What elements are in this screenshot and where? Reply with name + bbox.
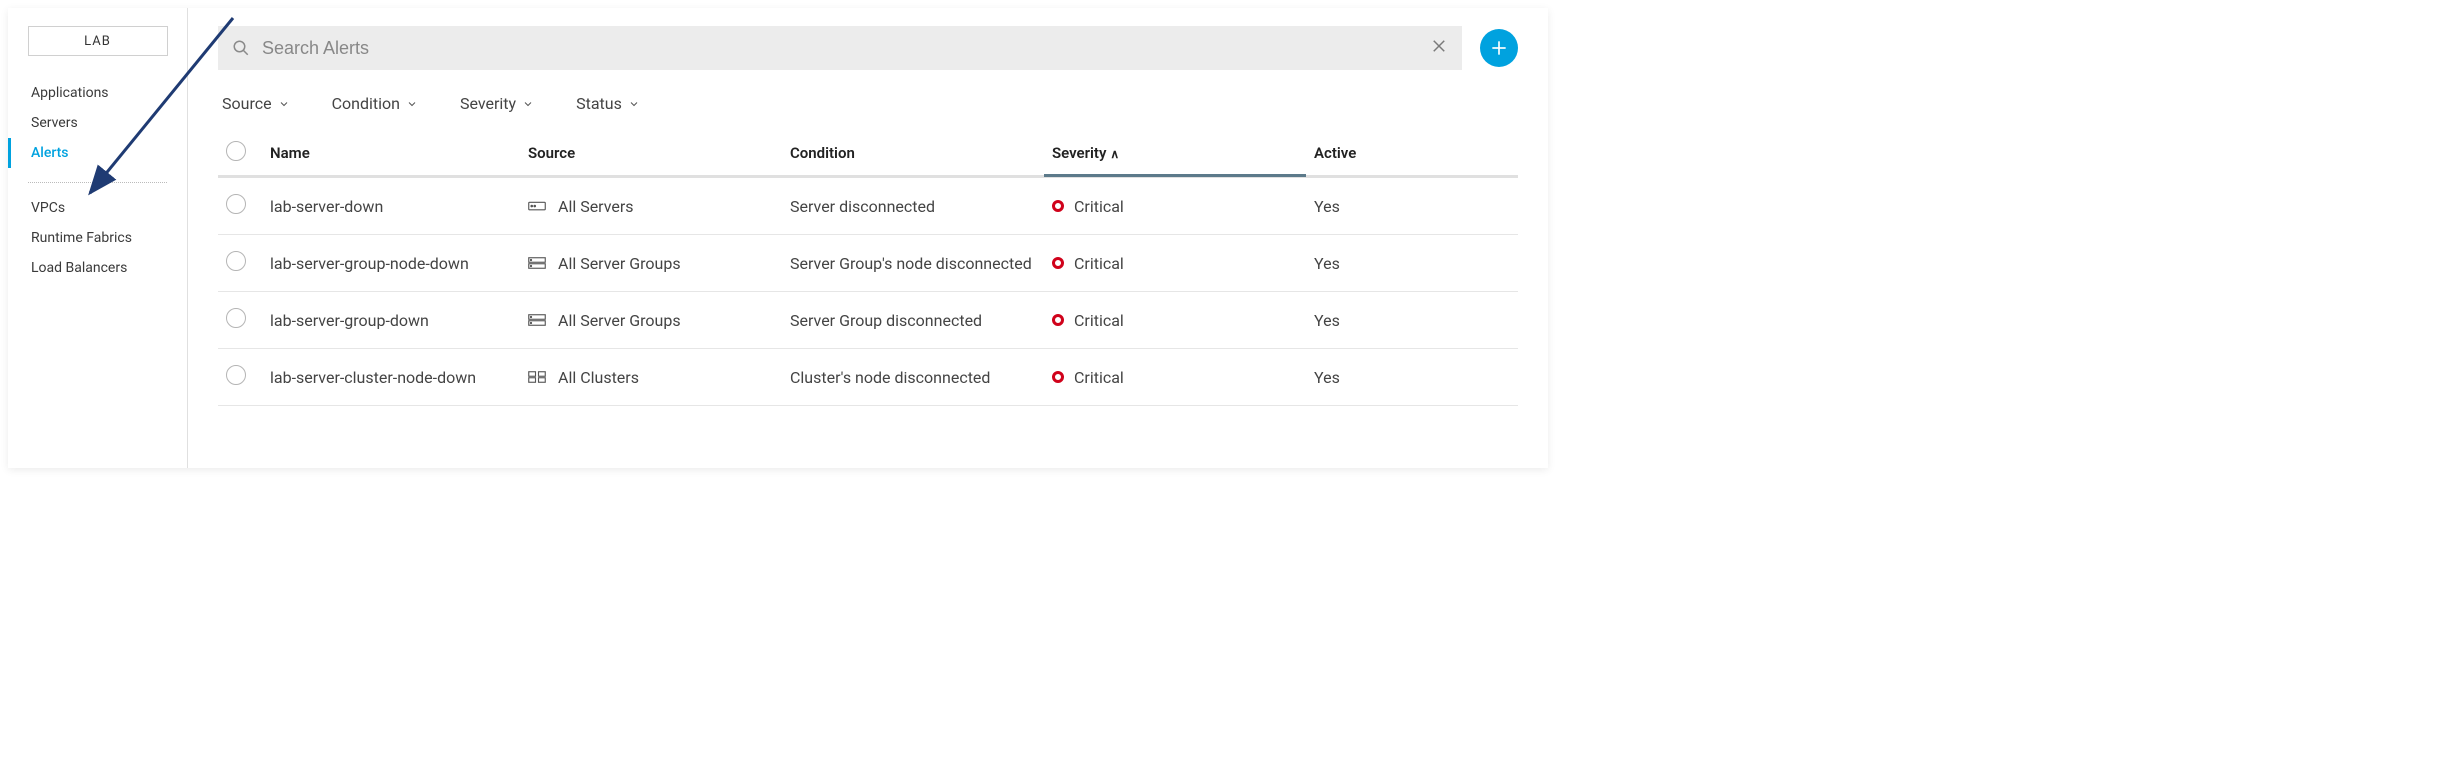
search-icon xyxy=(232,39,250,57)
cell-severity: Critical xyxy=(1044,349,1306,406)
cell-name: lab-server-down xyxy=(262,177,520,235)
cell-source: All Server Groups xyxy=(520,235,782,292)
cell-active: Yes xyxy=(1306,177,1518,235)
table-row[interactable]: lab-server-group-node-downAll Server Gro… xyxy=(218,235,1518,292)
sort-indicator-line xyxy=(1044,174,1306,177)
close-icon xyxy=(1430,37,1448,55)
sidebar-item-servers[interactable]: Servers xyxy=(8,108,187,138)
cell-active: Yes xyxy=(1306,235,1518,292)
table-body: lab-server-downAll ServersServer disconn… xyxy=(218,177,1518,406)
sidebar-item-label: Runtime Fabrics xyxy=(31,230,132,246)
cell-name: lab-server-cluster-node-down xyxy=(262,349,520,406)
filter-label: Source xyxy=(222,94,272,113)
search-bar[interactable] xyxy=(218,26,1462,70)
table-row[interactable]: lab-server-downAll ServersServer disconn… xyxy=(218,177,1518,235)
sidebar-item-applications[interactable]: Applications xyxy=(8,78,187,108)
add-alert-button[interactable] xyxy=(1480,29,1518,67)
cell-condition: Server Group's node disconnected xyxy=(782,235,1044,292)
table-header-row: Name Source Condition Severity∧ Active xyxy=(218,131,1518,177)
chevron-down-icon xyxy=(406,98,418,110)
filter-condition[interactable]: Condition xyxy=(332,94,418,113)
filter-label: Status xyxy=(576,94,622,113)
column-header-active[interactable]: Active xyxy=(1306,131,1518,177)
cell-name: lab-server-group-down xyxy=(262,292,520,349)
filter-severity[interactable]: Severity xyxy=(460,94,534,113)
main-content: Source Condition Severity Status xyxy=(188,8,1548,468)
server-icon xyxy=(528,199,546,213)
filter-label: Condition xyxy=(332,94,400,113)
cell-severity: Critical xyxy=(1044,235,1306,292)
row-checkbox[interactable] xyxy=(226,308,246,328)
filter-label: Severity xyxy=(460,94,516,113)
plus-icon xyxy=(1489,38,1509,58)
column-header-condition[interactable]: Condition xyxy=(782,131,1044,177)
column-header-severity[interactable]: Severity∧ xyxy=(1044,131,1306,177)
filter-status[interactable]: Status xyxy=(576,94,640,113)
cell-severity: Critical xyxy=(1044,177,1306,235)
cell-severity: Critical xyxy=(1044,292,1306,349)
server-group-icon xyxy=(528,256,546,270)
cell-active: Yes xyxy=(1306,349,1518,406)
filter-bar: Source Condition Severity Status xyxy=(218,94,1518,131)
sidebar-item-label: Servers xyxy=(31,115,78,131)
chevron-down-icon xyxy=(628,98,640,110)
row-checkbox[interactable] xyxy=(226,365,246,385)
sidebar-item-alerts[interactable]: Alerts xyxy=(8,138,187,168)
top-bar xyxy=(218,26,1518,70)
cell-source: All Server Groups xyxy=(520,292,782,349)
sidebar-item-vpcs[interactable]: VPCs xyxy=(8,193,187,223)
environment-label: LAB xyxy=(84,34,111,49)
sidebar-item-load-balancers[interactable]: Load Balancers xyxy=(8,253,187,283)
alerts-table: Name Source Condition Severity∧ Active xyxy=(218,131,1518,406)
row-checkbox[interactable] xyxy=(226,251,246,271)
sidebar-item-label: Applications xyxy=(31,85,109,101)
column-header-source[interactable]: Source xyxy=(520,131,782,177)
chevron-down-icon xyxy=(278,98,290,110)
table-row[interactable]: lab-server-group-downAll Server GroupsSe… xyxy=(218,292,1518,349)
server-group-icon xyxy=(528,313,546,327)
chevron-down-icon xyxy=(522,98,534,110)
app-root: LAB Applications Servers Alerts VPCs Run… xyxy=(8,8,1548,468)
cell-name: lab-server-group-node-down xyxy=(262,235,520,292)
clear-search-button[interactable] xyxy=(1430,37,1448,59)
severity-critical-icon xyxy=(1052,314,1064,326)
filter-source[interactable]: Source xyxy=(222,94,290,113)
sidebar-divider xyxy=(28,182,167,183)
cell-condition: Server disconnected xyxy=(782,177,1044,235)
sidebar-item-label: Alerts xyxy=(31,145,69,161)
row-checkbox[interactable] xyxy=(226,194,246,214)
column-header-name[interactable]: Name xyxy=(262,131,520,177)
cell-condition: Cluster's node disconnected xyxy=(782,349,1044,406)
environment-badge[interactable]: LAB xyxy=(28,26,168,56)
sidebar-item-label: VPCs xyxy=(31,200,65,216)
sidebar-item-runtime-fabrics[interactable]: Runtime Fabrics xyxy=(8,223,187,253)
search-input[interactable] xyxy=(250,38,1430,59)
table-row[interactable]: lab-server-cluster-node-downAll Clusters… xyxy=(218,349,1518,406)
sidebar-item-label: Load Balancers xyxy=(31,260,127,276)
cell-condition: Server Group disconnected xyxy=(782,292,1044,349)
table-wrap: Name Source Condition Severity∧ Active xyxy=(218,131,1518,406)
column-header-select[interactable] xyxy=(218,131,262,177)
severity-critical-icon xyxy=(1052,257,1064,269)
sort-ascending-icon: ∧ xyxy=(1110,147,1119,161)
select-all-checkbox[interactable] xyxy=(226,141,246,161)
cell-source: All Clusters xyxy=(520,349,782,406)
sidebar: LAB Applications Servers Alerts VPCs Run… xyxy=(8,8,188,468)
cluster-icon xyxy=(528,370,546,384)
severity-critical-icon xyxy=(1052,371,1064,383)
cell-source: All Servers xyxy=(520,177,782,235)
severity-critical-icon xyxy=(1052,200,1064,212)
cell-active: Yes xyxy=(1306,292,1518,349)
